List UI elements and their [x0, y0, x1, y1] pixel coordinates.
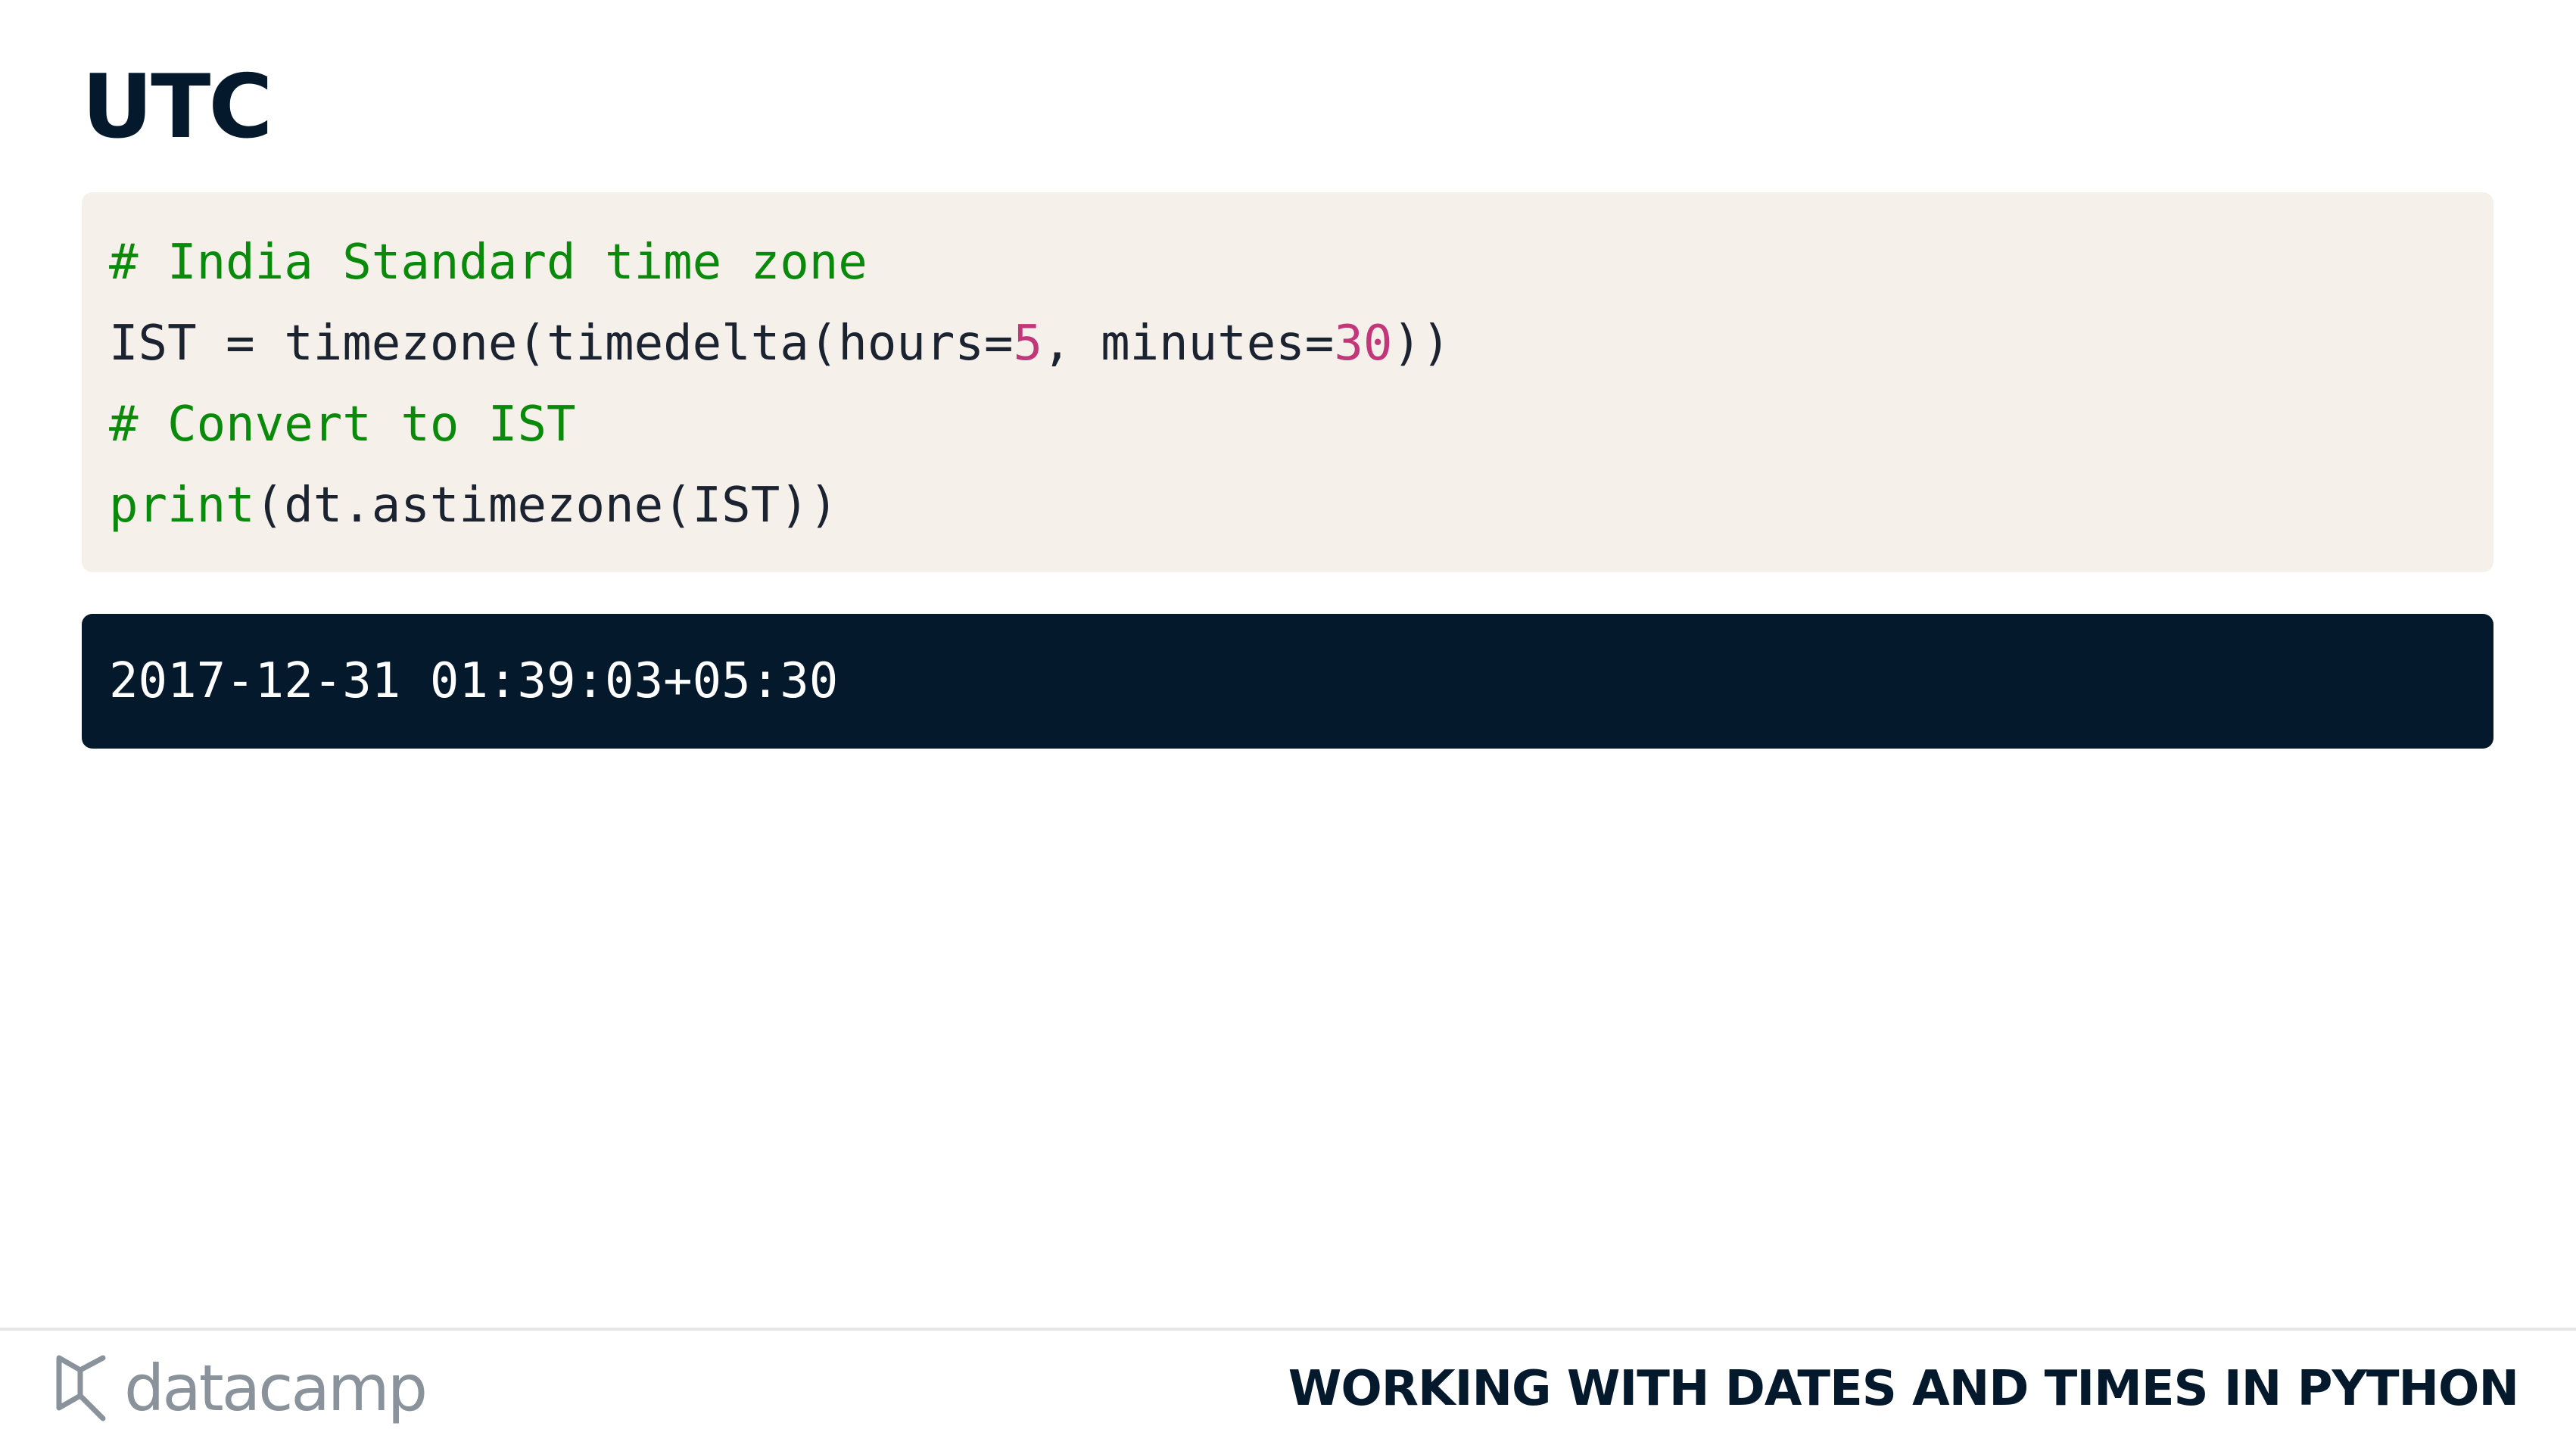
code-text: IST = timezone(timedelta(hours=: [109, 316, 1014, 372]
code-line-4: print(dt.astimezone(IST)): [109, 466, 2466, 546]
footer-divider: [0, 1328, 2576, 1331]
slide-title: UTC: [82, 56, 273, 158]
code-number: 5: [1013, 316, 1042, 372]
datacamp-logo-icon: [56, 1355, 106, 1421]
output-block: 2017-12-31 01:39:03+05:30: [82, 614, 2493, 749]
code-line-1: # India Standard time zone: [109, 223, 2466, 304]
code-text: (dt.astimezone(IST)): [254, 478, 839, 534]
output-text: 2017-12-31 01:39:03+05:30: [109, 653, 839, 709]
code-number: 30: [1334, 316, 1393, 372]
course-title: WORKING WITH DATES AND TIMES IN PYTHON: [1288, 1361, 2519, 1417]
code-block: # India Standard time zone IST = timezon…: [82, 192, 2493, 572]
code-builtin: print: [109, 478, 255, 534]
code-text: , minutes=: [1042, 316, 1335, 372]
code-line-2: IST = timezone(timedelta(hours=5, minute…: [109, 304, 2466, 385]
code-comment: # Convert to IST: [109, 397, 576, 453]
code-text: )): [1392, 316, 1451, 372]
code-comment: # India Standard time zone: [109, 235, 867, 291]
code-line-3: # Convert to IST: [109, 385, 2466, 466]
datacamp-logo: datacamp: [53, 1350, 428, 1426]
logo-wordmark: datacamp: [124, 1351, 428, 1425]
